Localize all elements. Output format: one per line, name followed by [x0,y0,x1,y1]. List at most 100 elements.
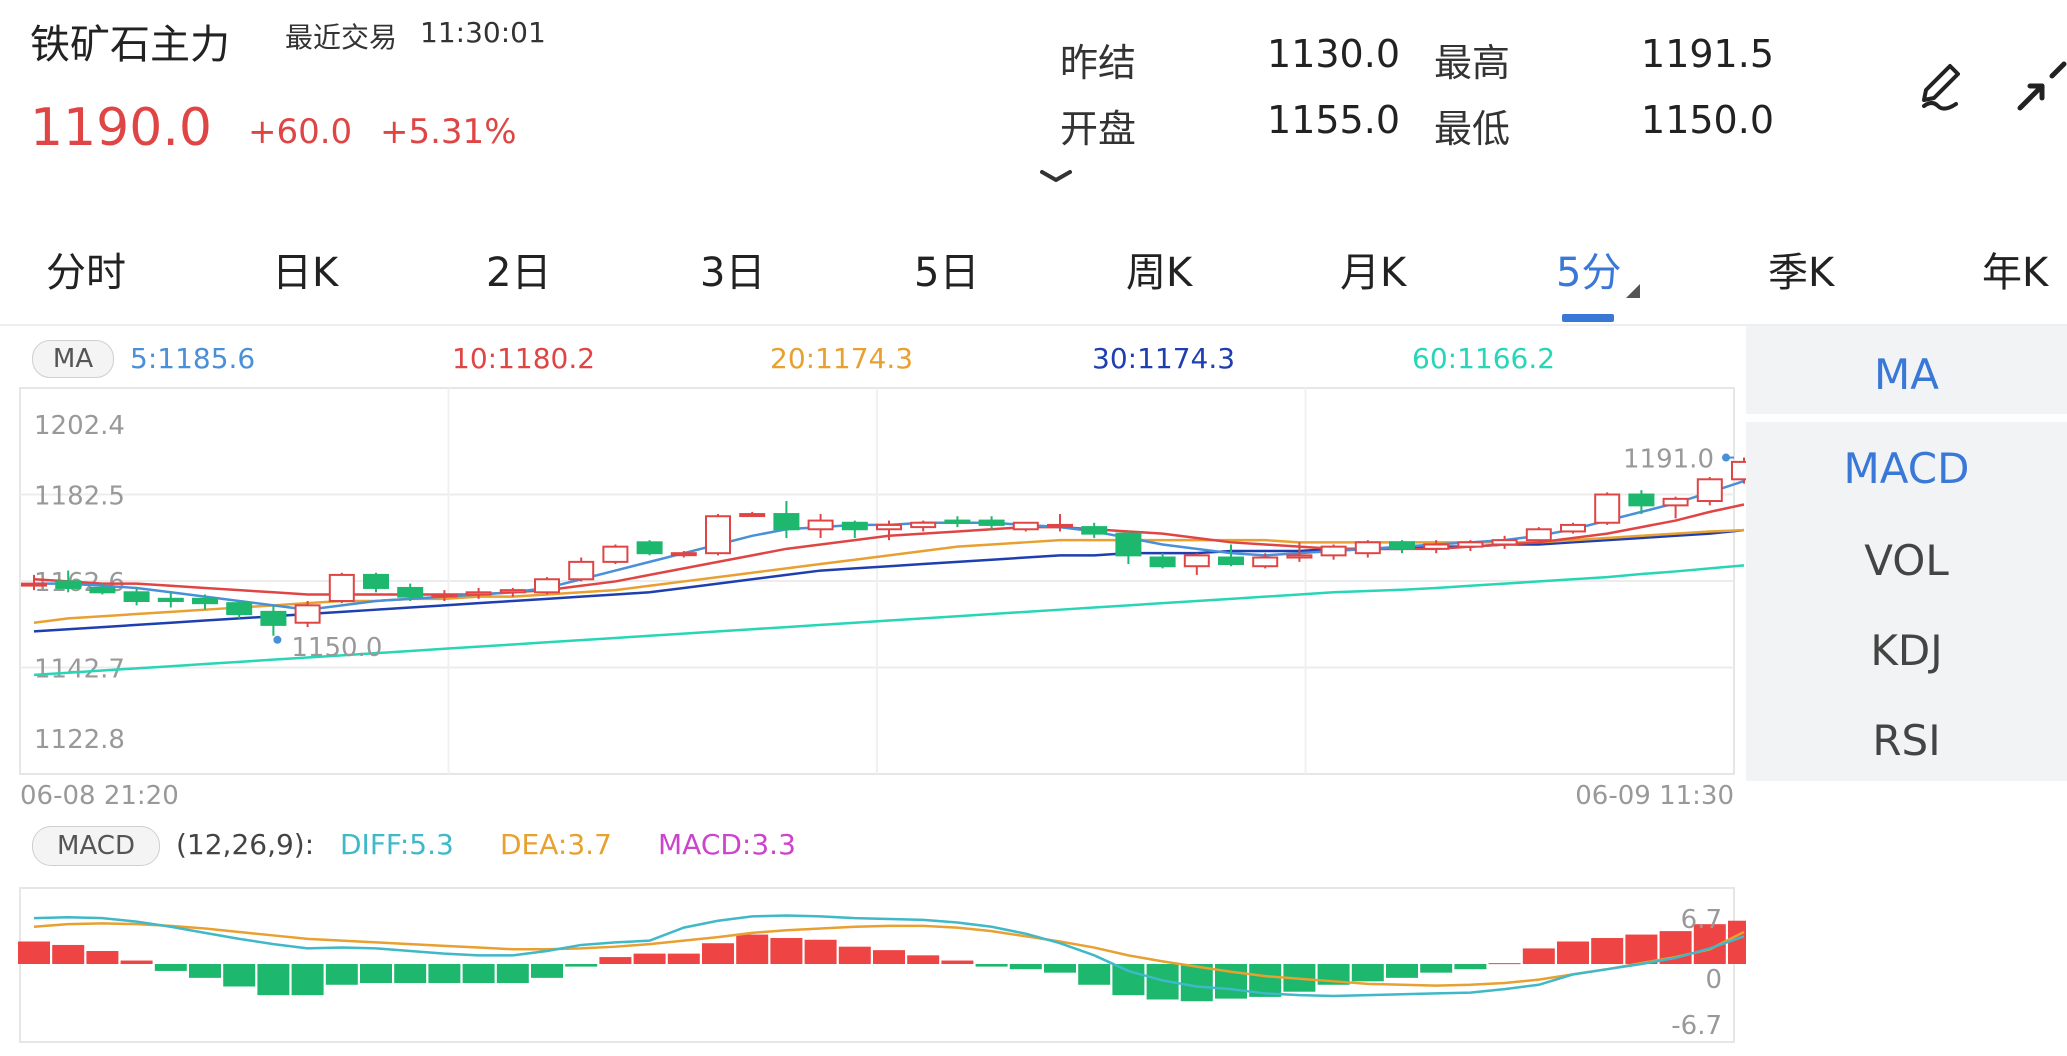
candle [705,515,731,555]
ma-badge[interactable]: MA [32,340,114,378]
candle [89,586,116,594]
prev-settle-value: 1130.0 [1267,32,1400,76]
macd-histogram-bar [838,946,871,964]
ma20-line [33,528,1745,624]
candle [876,523,902,531]
macd-badge[interactable]: MACD [32,826,160,866]
candle [670,552,697,557]
dropdown-corner-icon [1626,284,1640,298]
tab-2day[interactable]: 2日 [486,240,551,298]
candle [328,573,355,602]
candle [944,519,971,524]
tab-season-k[interactable]: 季K [1768,240,1834,298]
macd-histogram-bar [565,964,598,967]
tab-week-k[interactable]: 周K [1126,240,1192,298]
candle [978,519,1005,526]
chevron-down-icon[interactable] [1036,166,1076,186]
candle [1218,556,1244,566]
candle [465,591,492,596]
macd-histogram-bar [1591,938,1624,964]
macd-histogram-bar [462,964,495,984]
ma60-legend: 60:1166.2 [1412,342,1556,375]
tab-month-k[interactable]: 月K [1340,240,1406,298]
y-tick-label: 1122.8 [34,725,125,755]
macd-histogram-bar [633,953,666,964]
period-tabs: 分时 日K 2日 3日 5日 周K 月K 5分 季K 年K [0,240,2067,320]
collapse-icon[interactable] [2012,56,2067,116]
macd-histogram-bar [531,964,563,978]
macd-chart[interactable]: 6.7 0 -6.7 [0,876,1746,1056]
tab-year-k[interactable]: 年K [1982,240,2048,298]
macd-y-tick-label: -6.7 [1671,1011,1722,1041]
candle [226,602,253,616]
macd-histogram-bar [18,941,50,964]
candle [260,610,287,626]
macd-histogram-bar [1351,964,1384,982]
candle [1662,497,1689,507]
macd-histogram-bar [804,939,837,964]
tab-3day[interactable]: 3日 [700,240,765,298]
macd-histogram-bar [1386,964,1418,978]
macd-histogram-bar [52,944,85,964]
indicator-rsi[interactable]: RSI [1746,716,2067,765]
candle [123,591,150,602]
last-trade-label: 最近交易 [285,21,398,54]
indicator-macd[interactable]: MACD [1746,444,2067,493]
prev-settle-label: 昨结 [1060,41,1137,85]
candle [192,597,218,605]
high-label: 最高 [1434,41,1511,85]
pencil-icon[interactable] [1912,56,1972,116]
instrument-title: 铁矿石主力 [30,22,230,68]
tab-fenshi[interactable]: 分时 [46,240,126,298]
tab-day-k[interactable]: 日K [272,240,338,298]
indicator-ma[interactable]: MA [1746,350,2067,399]
candle [1081,526,1108,535]
macd-histogram-bar [360,964,392,984]
candle [431,593,458,598]
macd-histogram-bar [667,953,700,964]
candlestick-chart[interactable]: 1202.41182.51162.61142.71122.81191.01150… [0,380,1746,820]
candle [294,604,321,624]
candle [1320,545,1347,557]
indicator-vol[interactable]: VOL [1746,536,2067,585]
macd-histogram-bar [1522,948,1555,964]
last-trade-time: 11:30:01 [420,16,546,49]
tab-5min[interactable]: 5分 [1556,240,1621,298]
indicator-panel-divider [1746,414,2067,422]
macd-histogram-bar [325,964,358,985]
candle [1047,523,1073,528]
x-end-label: 06-09 11:30 [1575,781,1734,811]
candle [1423,543,1450,550]
price-change: +60.0 [248,112,353,152]
macd-histogram-bar [1625,934,1658,964]
macd-histogram-bar [120,960,153,964]
candle [1354,541,1381,555]
macd-histogram-bar [941,960,974,964]
candle [1696,478,1723,503]
candle [807,519,834,531]
candle [1012,521,1039,531]
candle [636,541,663,555]
candle [739,513,766,518]
low-marker-dot [273,635,282,644]
low-marker-label: 1150.0 [291,633,382,663]
open-label: 开盘 [1060,107,1137,151]
candle [1149,556,1176,568]
current-price: 1190.0 [30,98,212,158]
tab-5day[interactable]: 5日 [914,240,979,298]
candle [602,545,629,563]
macd-histogram-bar [1557,941,1589,964]
indicator-kdj[interactable]: KDJ [1746,626,2067,675]
macd-histogram-bar [1112,964,1145,996]
candle [1731,460,1746,481]
candle [55,580,82,589]
candle [1491,539,1518,546]
ma5-legend: 5:1185.6 [130,342,256,375]
macd-histogram-bar [86,951,119,964]
candle [1628,493,1655,507]
macd-y-tick-label: 0 [1705,965,1722,995]
candle [397,586,424,598]
ma20-legend: 20:1174.3 [770,342,914,375]
macd-histogram-bar [154,964,187,971]
low-value: 1150.0 [1641,98,1774,142]
